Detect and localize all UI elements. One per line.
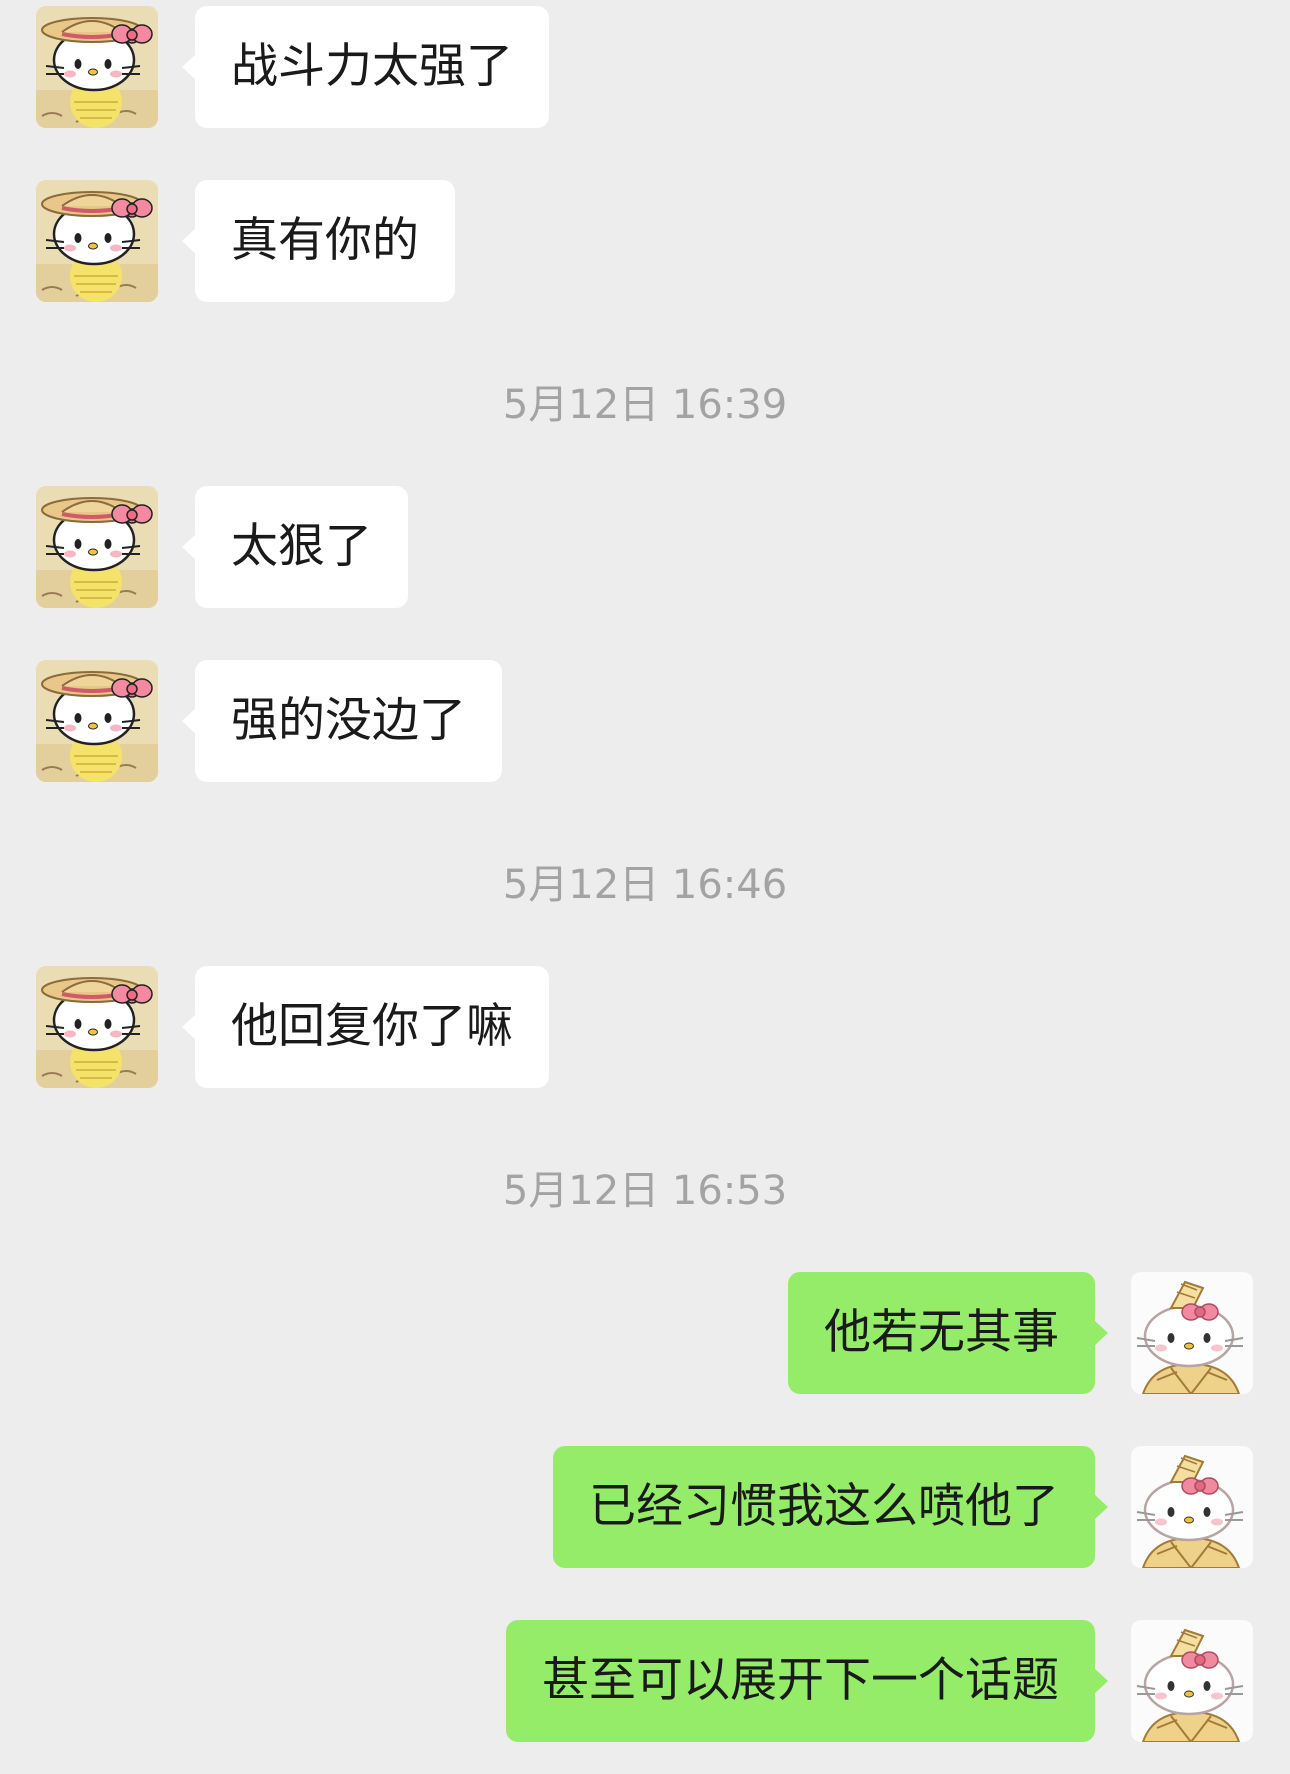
incoming-message-bubble[interactable]: 真有你的 (182, 180, 455, 302)
hello-kitty-straw-hat-avatar-icon (36, 6, 158, 128)
contact-avatar[interactable] (36, 6, 158, 128)
message-timestamp: 5月12日 16:46 (502, 862, 788, 908)
hello-kitty-straw-hat-avatar-icon (36, 486, 158, 608)
contact-avatar[interactable] (36, 486, 158, 608)
hello-kitty-kimono-avatar-icon (1131, 1620, 1253, 1742)
message-row: 太狠了 (0, 486, 1290, 608)
hello-kitty-straw-hat-avatar-icon (36, 966, 158, 1088)
message-row: 战斗力太强了 (0, 6, 1290, 128)
hello-kitty-kimono-avatar-icon (1131, 1446, 1253, 1568)
hello-kitty-kimono-avatar-icon (1131, 1272, 1253, 1394)
incoming-message-bubble[interactable]: 他回复你了嘛 (182, 966, 549, 1088)
hello-kitty-straw-hat-avatar-icon (36, 180, 158, 302)
incoming-message-bubble[interactable]: 战斗力太强了 (182, 6, 549, 128)
hello-kitty-straw-hat-avatar-icon (36, 660, 158, 782)
message-row: 甚至可以展开下一个话题 (0, 1620, 1290, 1742)
outgoing-message-bubble[interactable]: 甚至可以展开下一个话题 (506, 1620, 1108, 1742)
message-row: 他若无其事 (0, 1272, 1290, 1394)
self-avatar[interactable] (1131, 1272, 1253, 1394)
message-row: 已经习惯我这么喷他了 (0, 1446, 1290, 1568)
contact-avatar[interactable] (36, 966, 158, 1088)
contact-avatar[interactable] (36, 660, 158, 782)
self-avatar[interactable] (1131, 1446, 1253, 1568)
message-row: 他回复你了嘛 (0, 966, 1290, 1088)
chat-message-list[interactable]: 战斗力太强了 真有你的 5月12日 16:39 太狠了 强的没边了 5月12日 … (0, 0, 1290, 1774)
message-row: 真有你的 (0, 180, 1290, 302)
incoming-message-bubble[interactable]: 太狠了 (182, 486, 408, 608)
message-row: 强的没边了 (0, 660, 1290, 782)
incoming-message-bubble[interactable]: 强的没边了 (182, 660, 502, 782)
outgoing-message-bubble[interactable]: 已经习惯我这么喷他了 (553, 1446, 1108, 1568)
contact-avatar[interactable] (36, 180, 158, 302)
self-avatar[interactable] (1131, 1620, 1253, 1742)
message-timestamp: 5月12日 16:53 (502, 1168, 788, 1214)
message-timestamp: 5月12日 16:39 (502, 382, 788, 428)
outgoing-message-bubble[interactable]: 他若无其事 (788, 1272, 1108, 1394)
